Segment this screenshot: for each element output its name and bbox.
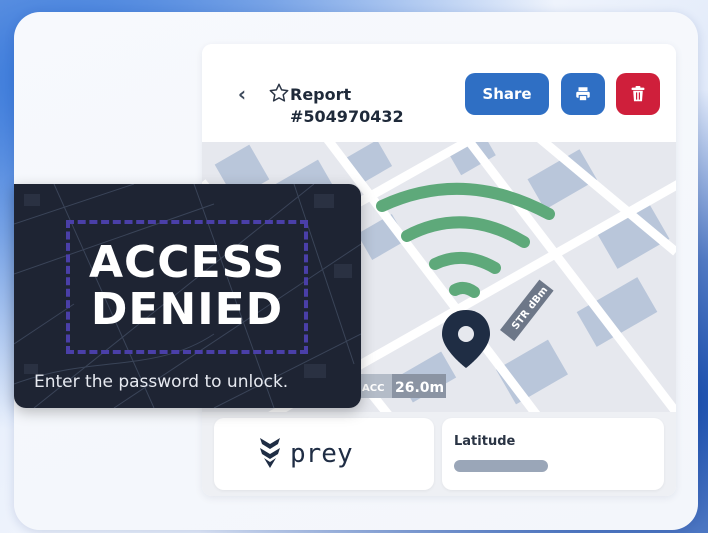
prey-shield-icon — [260, 438, 280, 468]
accuracy-label: ACC — [362, 383, 384, 394]
chevron-left-icon[interactable]: ‹ — [232, 84, 252, 104]
report-number: #504970432 — [290, 107, 404, 126]
denied-title-line2: DENIED — [90, 284, 284, 335]
brand-name: prey — [290, 439, 353, 469]
latitude-card: Latitude — [442, 418, 664, 490]
printer-icon — [576, 87, 590, 102]
latitude-label: Latitude — [454, 434, 516, 449]
share-button[interactable]: Share — [465, 73, 549, 115]
location-pin-icon[interactable] — [442, 310, 490, 368]
unlock-hint: Enter the password to unlock. — [34, 372, 289, 392]
delete-button[interactable] — [616, 73, 660, 115]
latitude-value-placeholder — [454, 460, 548, 472]
print-button[interactable] — [561, 73, 605, 115]
info-row: prey Latitude — [202, 412, 676, 496]
denied-title-line1: ACCESS — [88, 237, 286, 288]
accuracy-value: 26.0m — [395, 380, 444, 396]
trash-icon — [631, 86, 645, 102]
star-outline-icon[interactable] — [268, 82, 290, 104]
access-denied-overlay: ACCESS DENIED Enter the password to unlo… — [14, 184, 361, 408]
strength-badge: STR dBm — [499, 279, 554, 342]
brand-card: prey — [214, 418, 434, 490]
accuracy-badge: ACC 26.0m — [358, 374, 446, 398]
prey-logo: prey — [260, 438, 353, 469]
report-header: ‹ Report #504970432 Share — [202, 44, 676, 142]
report-title: Report — [290, 85, 352, 104]
